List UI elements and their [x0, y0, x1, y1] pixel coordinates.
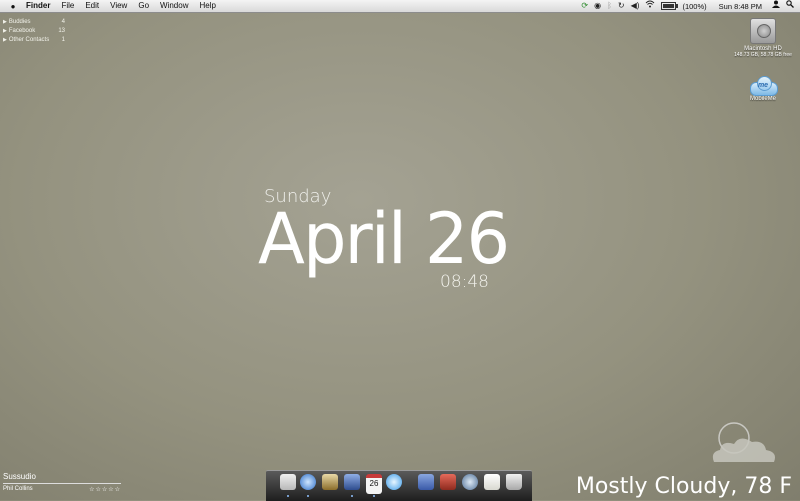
status-area: ⟳ ◉ ᛒ ↻ ◀) (100%) Sun 8:48 PM: [581, 0, 794, 12]
running-indicator: [287, 495, 289, 497]
photo-booth-icon[interactable]: [440, 474, 456, 490]
wifi-icon[interactable]: [645, 0, 655, 12]
menu-edit[interactable]: Edit: [85, 0, 99, 12]
buddy-list: ▶ Buddies 4 ▶ Facebook 13 ▶ Other Contacts …: [3, 18, 65, 45]
menu-window[interactable]: Window: [160, 0, 188, 12]
buddy-group-other-contacts[interactable]: ▶ Other Contacts 1: [3, 36, 65, 45]
rating-stars[interactable]: ☆☆☆☆☆: [89, 486, 121, 493]
menu-bar: ● Finder File Edit View Go Window Help ⟳…: [0, 0, 800, 13]
disclosure-triangle-icon[interactable]: ▶: [3, 19, 7, 25]
ical-icon[interactable]: 26: [366, 474, 382, 494]
time-machine-icon[interactable]: ↻: [618, 0, 625, 12]
eye-icon[interactable]: ◉: [594, 0, 601, 12]
menu-file[interactable]: File: [61, 0, 74, 12]
dock: 26: [266, 470, 532, 501]
battery-percent: (100%): [682, 1, 707, 11]
spotlight-icon[interactable]: [786, 0, 794, 12]
bluetooth-icon[interactable]: ᛒ: [607, 0, 612, 12]
buddy-group-facebook[interactable]: ▶ Facebook 13: [3, 27, 65, 36]
macintosh-hd-icon[interactable]: Macintosh HD 148.73 GB, 58.78 GB free: [728, 18, 798, 58]
buddy-group-buddies[interactable]: ▶ Buddies 4: [3, 18, 65, 27]
safari-icon[interactable]: [300, 474, 316, 490]
sync-icon[interactable]: ⟳: [581, 0, 588, 12]
artist-name: Phil Collins: [3, 486, 33, 492]
volume-icon[interactable]: ◀): [631, 0, 640, 12]
clock-time: 08:48: [440, 272, 489, 292]
mail-icon[interactable]: [280, 474, 296, 490]
weather-text: Mostly Cloudy, 78 F: [575, 474, 792, 499]
menu-go[interactable]: Go: [138, 0, 149, 12]
automator-icon[interactable]: [418, 474, 434, 490]
running-indicator: [351, 495, 353, 497]
textedit-icon[interactable]: [484, 474, 500, 490]
running-indicator: [373, 495, 375, 497]
menu-help[interactable]: Help: [199, 0, 215, 12]
menu-finder[interactable]: Finder: [26, 0, 50, 12]
mobileme-name: MobileMe: [749, 96, 776, 102]
hard-drive-icon: [750, 18, 776, 44]
mobileme-icon[interactable]: me MobileMe: [740, 76, 786, 102]
cloud-icon: me: [750, 76, 778, 96]
running-indicator: [307, 495, 309, 497]
menu-clock[interactable]: Sun 8:48 PM: [719, 2, 762, 11]
menu-view[interactable]: View: [110, 0, 127, 12]
cloud-moon-icon: [712, 422, 775, 462]
user-icon[interactable]: [772, 0, 780, 12]
apple-menu-icon[interactable]: ●: [8, 2, 18, 11]
clock-date: April 26: [258, 198, 510, 280]
now-playing: Sussudio Phil Collins ☆☆☆☆☆: [3, 472, 121, 493]
network-icon[interactable]: [462, 474, 478, 490]
itunes-icon[interactable]: [386, 474, 402, 490]
terminal-icon[interactable]: [322, 474, 338, 490]
progress-line: [3, 483, 121, 484]
disclosure-triangle-icon[interactable]: ▶: [3, 37, 7, 43]
trash-icon[interactable]: [506, 474, 522, 490]
hd-info: 148.73 GB, 58.78 GB free: [734, 52, 792, 58]
xcode-icon[interactable]: [344, 474, 360, 490]
disclosure-triangle-icon[interactable]: ▶: [3, 28, 7, 34]
song-title: Sussudio: [3, 472, 36, 481]
battery-icon[interactable]: [661, 2, 679, 10]
